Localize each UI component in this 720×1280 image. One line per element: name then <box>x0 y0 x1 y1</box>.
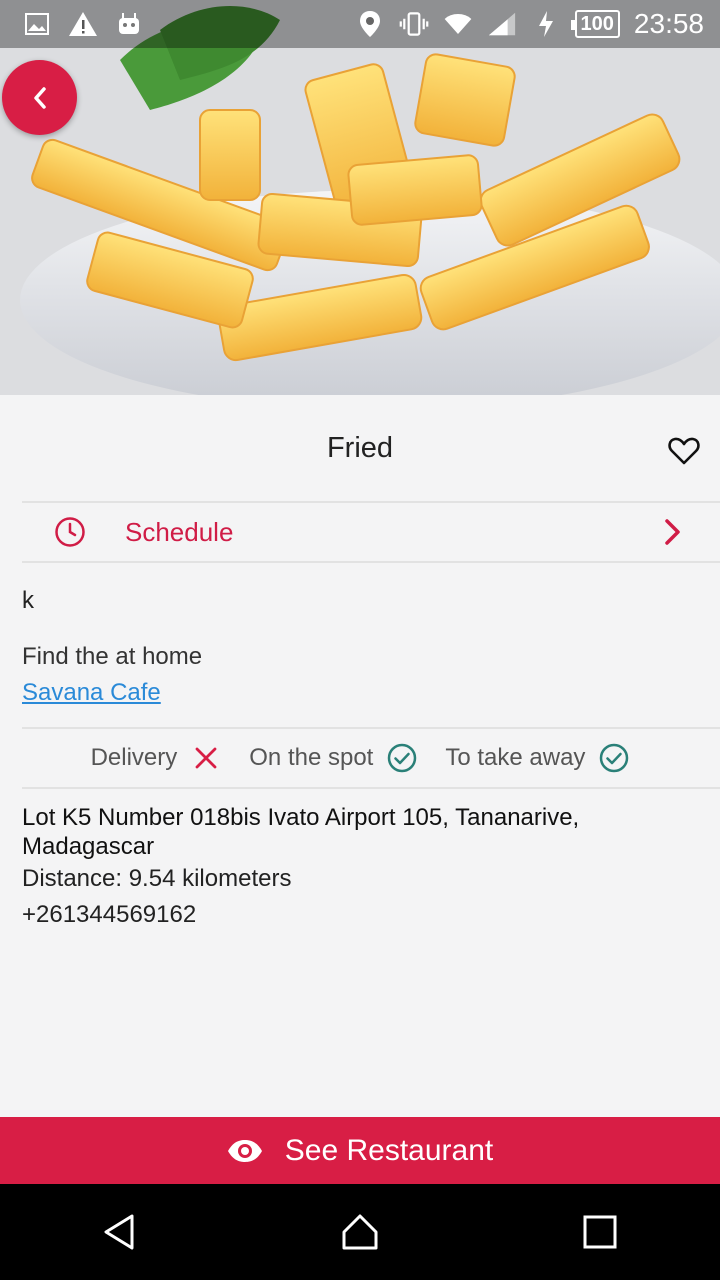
wifi-icon <box>443 9 473 39</box>
warning-icon <box>68 9 98 39</box>
eye-icon <box>227 1139 262 1162</box>
find-text: Find the at home <box>22 643 203 670</box>
chevron-right-icon <box>665 519 680 545</box>
restaurant-distance: Distance: 9.54 kilometers <box>22 865 292 892</box>
clock: 23:58 <box>633 8 704 39</box>
schedule-label: Schedule <box>125 516 234 547</box>
gallery-icon <box>22 9 52 39</box>
product-title: Fried <box>326 431 394 464</box>
status-bar: 100 23:58 <box>0 0 720 48</box>
service-options: Delivery On the spot To take away <box>0 729 720 787</box>
system-nav-bar <box>0 1184 720 1280</box>
service-label: On the spot <box>249 744 374 771</box>
restaurant-link[interactable]: Savana Cafe <box>0 675 720 711</box>
service-take-away: To take away <box>445 743 629 773</box>
schedule-row[interactable]: Schedule <box>0 503 720 561</box>
see-restaurant-button[interactable]: See Restaurant <box>0 1117 720 1184</box>
check-circle-icon <box>388 743 417 773</box>
service-label: To take away <box>445 744 586 771</box>
check-circle-icon <box>600 743 629 773</box>
recents-icon[interactable] <box>580 1212 620 1252</box>
service-on-the-spot: On the spot <box>249 743 417 773</box>
restaurant-address: Lot K5 Number 018bis Ivato Airport 105, … <box>22 804 580 860</box>
vibrate-icon <box>399 9 429 39</box>
clock-icon <box>55 517 85 547</box>
service-delivery: Delivery <box>91 743 222 773</box>
back-triangle-icon[interactable] <box>100 1212 140 1252</box>
back-button[interactable] <box>2 60 77 135</box>
favorite-heart-icon[interactable] <box>668 435 700 467</box>
location-icon <box>355 9 385 39</box>
charging-icon <box>531 9 561 39</box>
android-icon <box>114 9 144 39</box>
home-icon[interactable] <box>340 1212 380 1252</box>
battery-level: 100 <box>570 10 620 38</box>
restaurant-phone[interactable]: +261344569162 <box>0 897 720 933</box>
cross-icon <box>195 747 217 769</box>
product-description: k <box>22 587 34 614</box>
hero-image <box>0 0 720 395</box>
fries-photo <box>0 0 720 395</box>
signal-icon <box>487 9 517 39</box>
detail-content: Fried Schedule k Find the at home Savana… <box>0 395 720 1117</box>
chevron-left-icon <box>33 86 46 109</box>
see-restaurant-label: See Restaurant <box>284 1133 494 1167</box>
service-label: Delivery <box>90 744 178 771</box>
title-row: Fried <box>0 395 720 501</box>
